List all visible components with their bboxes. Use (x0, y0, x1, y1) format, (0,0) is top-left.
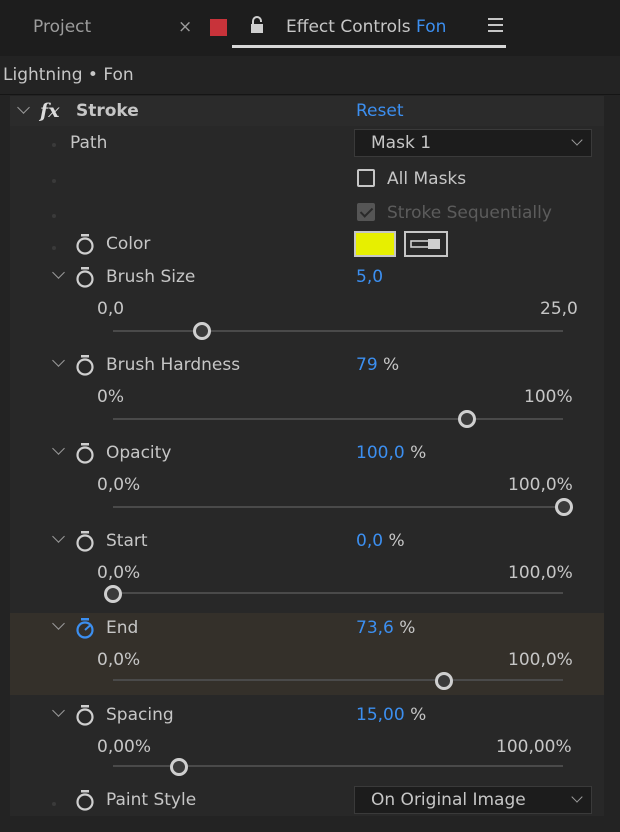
end-slider-thumb[interactable] (435, 672, 453, 690)
stopwatch-icon[interactable] (75, 530, 95, 552)
brush-size-slider-thumb[interactable] (193, 322, 211, 340)
end-unit: % (399, 618, 416, 638)
opacity-unit: % (410, 443, 427, 463)
spacing-min: 0,00% (97, 737, 152, 757)
brush-hardness-min: 0% (97, 387, 124, 407)
row-dot (52, 214, 56, 218)
brush-hardness-value-group[interactable]: 79 % (356, 355, 399, 375)
brush-size-max: 25,0 (540, 299, 578, 319)
lock-icon[interactable] (250, 16, 264, 39)
row-dot (52, 179, 56, 183)
start-label: Start (106, 531, 148, 551)
opacity-slider-track[interactable] (113, 506, 563, 508)
end-max: 100,0% (508, 650, 573, 670)
stroke-sequentially-label: Stroke Sequentially (387, 203, 552, 223)
tab-layer-name: Fon (416, 17, 447, 37)
active-tab-indicator (232, 45, 506, 48)
stroke-sequentially-checkbox[interactable] (357, 203, 375, 221)
path-dropdown[interactable]: Mask 1 (354, 129, 592, 157)
stopwatch-icon[interactable] (75, 354, 95, 376)
panel-tab-bar: Project × Effect Controls Fon (0, 0, 620, 56)
paint-style-dropdown-value: On Original Image (371, 790, 526, 810)
brush-size-slider-track[interactable] (113, 330, 563, 332)
spacing-value-group[interactable]: 15,00 % (356, 705, 426, 725)
stopwatch-icon[interactable] (75, 266, 95, 288)
breadcrumb: Lightning • Fon (3, 65, 134, 85)
brush-size-value[interactable]: 5,0 (356, 267, 383, 287)
tab-project[interactable]: Project (33, 17, 91, 37)
brush-size-min: 0,0 (97, 299, 125, 319)
stopwatch-icon[interactable] (75, 617, 95, 639)
start-unit: % (388, 531, 405, 551)
all-masks-label: All Masks (387, 169, 467, 189)
brush-hardness-value[interactable]: 79 (356, 355, 378, 375)
reset-button[interactable]: Reset (356, 101, 404, 121)
divider (0, 94, 620, 95)
chevron-down-icon (571, 791, 583, 803)
spacing-max: 100,00% (496, 737, 572, 757)
start-value-group[interactable]: 0,0 % (356, 531, 405, 551)
eyedropper-icon[interactable] (404, 231, 448, 257)
close-icon[interactable]: × (178, 17, 192, 37)
spacing-unit: % (410, 705, 427, 725)
opacity-slider-thumb[interactable] (555, 498, 573, 516)
stopwatch-icon[interactable] (75, 442, 95, 464)
tab-effect-controls[interactable]: Effect Controls Fon (286, 17, 446, 37)
end-value[interactable]: 73,6 (356, 618, 394, 638)
start-slider-track[interactable] (113, 592, 563, 594)
panel-menu-icon[interactable] (488, 18, 503, 32)
label-color-swatch (210, 19, 227, 36)
opacity-max: 100,0% (508, 475, 573, 495)
color-label: Color (106, 234, 151, 254)
brush-hardness-slider-track[interactable] (113, 418, 563, 420)
end-min: 0,0% (97, 650, 141, 670)
opacity-min: 0,0% (97, 475, 141, 495)
brush-hardness-label: Brush Hardness (106, 355, 241, 375)
end-label: End (106, 618, 139, 638)
paint-style-label: Paint Style (106, 790, 197, 810)
start-max: 100,0% (508, 563, 573, 583)
stopwatch-icon[interactable] (75, 233, 95, 255)
brush-hardness-unit: % (383, 355, 400, 375)
start-value[interactable]: 0,0 (356, 531, 383, 551)
tab-effect-controls-label: Effect Controls (286, 17, 411, 37)
row-dot (52, 802, 56, 806)
brush-hardness-slider-thumb[interactable] (458, 410, 476, 428)
fx-icon[interactable]: fx (40, 100, 60, 122)
brush-size-label: Brush Size (106, 267, 196, 287)
spacing-slider-thumb[interactable] (170, 758, 188, 776)
start-slider-thumb[interactable] (104, 585, 122, 603)
path-label: Path (70, 133, 108, 153)
stopwatch-icon[interactable] (75, 704, 95, 726)
effect-name: Stroke (76, 101, 139, 121)
start-min: 0,0% (97, 563, 141, 583)
end-value-group[interactable]: 73,6 % (356, 618, 415, 638)
end-slider-track[interactable] (113, 679, 563, 681)
spacing-value[interactable]: 15,00 (356, 705, 405, 725)
brush-hardness-max: 100% (524, 387, 573, 407)
row-dot (52, 143, 56, 147)
paint-style-dropdown[interactable]: On Original Image (354, 786, 592, 814)
row-dot (52, 246, 56, 250)
chevron-down-icon (571, 134, 583, 146)
path-dropdown-value: Mask 1 (371, 133, 432, 153)
stopwatch-icon[interactable] (75, 789, 95, 811)
opacity-value-group[interactable]: 100,0 % (356, 443, 426, 463)
opacity-label: Opacity (106, 443, 172, 463)
color-swatch[interactable] (354, 231, 396, 257)
all-masks-checkbox[interactable] (357, 169, 375, 187)
opacity-value[interactable]: 100,0 (356, 443, 405, 463)
spacing-label: Spacing (106, 705, 174, 725)
